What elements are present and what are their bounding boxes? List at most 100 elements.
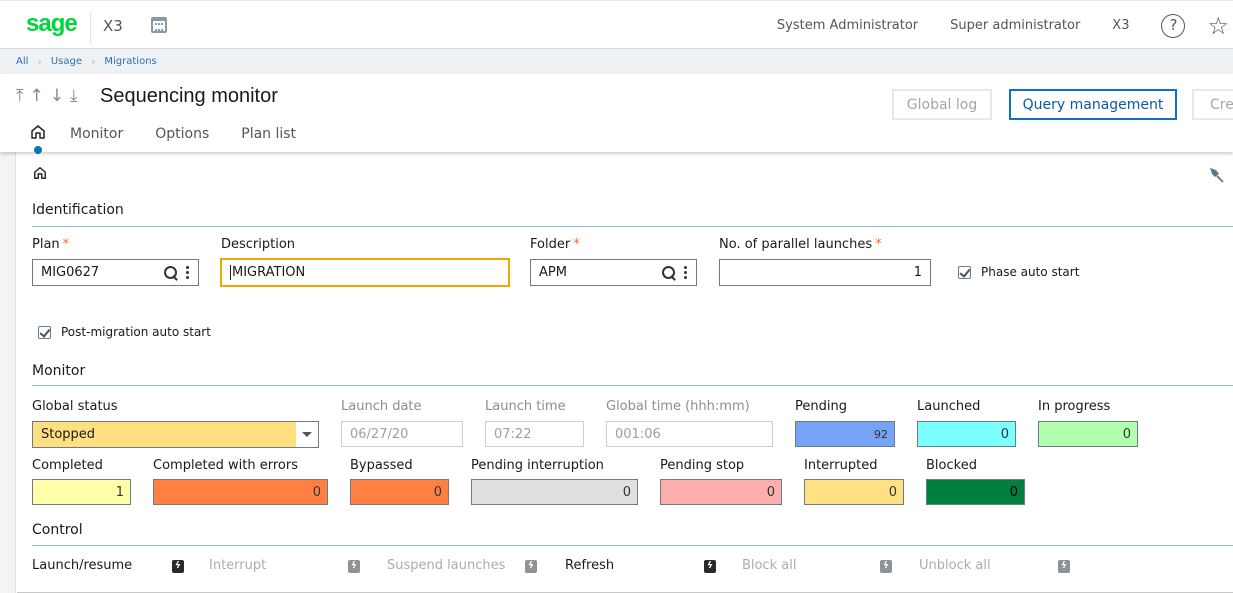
launched-value: 0 [1000, 426, 1009, 442]
pending-counter: 92 [795, 421, 895, 447]
blocked-value: 0 [1009, 484, 1018, 500]
global-time-field: 001:06 [606, 421, 773, 447]
interrupt-button[interactable]: ϟ [348, 560, 360, 573]
tab-bar: Monitor Options Plan list [30, 124, 328, 154]
block-all-button[interactable]: ϟ [880, 560, 892, 573]
completed-with-errors-label: Completed with errors [153, 458, 298, 473]
previous-record-icon[interactable]: ↑ [30, 86, 44, 106]
breadcrumb-usage[interactable]: Usage [51, 56, 82, 67]
launch-resume-button[interactable]: ϟ [172, 560, 184, 573]
suspend-launches-button[interactable]: ϟ [525, 560, 537, 573]
chevron-right-icon: › [90, 55, 96, 68]
dropdown-button[interactable] [296, 422, 318, 447]
endpoint-link[interactable]: X3 [1112, 18, 1129, 33]
bypassed-counter: 0 [350, 479, 449, 505]
folder-label-text: Folder [530, 237, 571, 252]
required-mark: * [875, 237, 882, 252]
pending-stop-counter: 0 [660, 479, 782, 505]
global-log-button[interactable]: Global log [892, 89, 992, 120]
plan-value: MIG0627 [41, 265, 100, 280]
breadcrumb-bar: All › Usage › Migrations [0, 49, 1233, 74]
phase-auto-start-label: Phase auto start [981, 265, 1080, 279]
next-record-icon[interactable]: ↓ [50, 86, 64, 106]
plan-field[interactable]: MIG0627 [32, 259, 199, 286]
user-name-link[interactable]: Super administrator [950, 18, 1080, 33]
pending-value: 92 [874, 427, 888, 441]
bypassed-label: Bypassed [350, 458, 413, 473]
section-divider [32, 226, 1233, 227]
checkbox-checked-icon[interactable] [38, 325, 51, 339]
record-navigation: ⤒ ↑ ↓ ⤓ [16, 86, 78, 106]
breadcrumb-migrations[interactable]: Migrations [104, 56, 156, 67]
chevron-down-icon [302, 432, 312, 437]
completed-value: 1 [115, 484, 124, 500]
more-options-icon[interactable] [684, 266, 688, 279]
home-icon [31, 125, 45, 139]
create-button[interactable]: Cre [1192, 89, 1233, 120]
chevron-right-icon: › [37, 55, 42, 68]
required-mark: * [62, 237, 70, 252]
query-management-button[interactable]: Query management [1009, 89, 1177, 120]
in-progress-counter: 0 [1038, 421, 1138, 447]
blocked-label: Blocked [926, 458, 977, 473]
global-time-label: Global time (hhh:mm) [606, 399, 750, 414]
in-progress-value: 0 [1122, 426, 1131, 442]
app-name: X3 [103, 17, 123, 35]
interrupted-counter: 0 [804, 479, 904, 505]
global-status-select[interactable]: Stopped [32, 421, 319, 448]
identification-section-title: Identification [32, 202, 124, 218]
home-icon[interactable] [33, 166, 47, 180]
sage-logo[interactable]: sage [26, 10, 78, 38]
plan-label: Plan * [32, 237, 69, 252]
pending-interruption-value: 0 [622, 484, 631, 500]
suspend-launches-label: Suspend launches [387, 558, 506, 573]
checkbox-checked-icon[interactable] [958, 265, 971, 279]
divider [90, 13, 91, 43]
section-divider [32, 385, 1233, 386]
launch-time-label: Launch time [485, 399, 566, 414]
help-icon[interactable]: ? [1161, 13, 1186, 38]
launch-resume-label: Launch/resume [32, 558, 133, 573]
search-icon[interactable] [164, 265, 178, 280]
pending-stop-value: 0 [766, 484, 775, 500]
tab-options[interactable]: Options [155, 126, 209, 142]
page-header: ⤒ ↑ ↓ ⤓ Sequencing monitor Global log Qu… [0, 74, 1233, 154]
plan-label-text: Plan [32, 237, 60, 252]
star-icon[interactable]: ☆ [1207, 14, 1229, 38]
parallel-launches-label: No. of parallel launches * [719, 237, 882, 252]
interrupt-label: Interrupt [209, 558, 267, 573]
folder-field[interactable]: APM [530, 259, 697, 286]
text-cursor [230, 265, 231, 280]
pin-icon[interactable] [1207, 166, 1225, 184]
pending-interruption-counter: 0 [471, 479, 638, 505]
launch-date-field: 06/27/20 [341, 421, 463, 447]
tab-monitor[interactable]: Monitor [70, 126, 123, 142]
user-role-link[interactable]: System Administrator [777, 18, 918, 33]
pending-label: Pending [795, 399, 847, 414]
main-content: Identification Plan * MIG0627 Description… [17, 152, 1233, 593]
breadcrumb: All › Usage › Migrations [16, 55, 157, 68]
blocked-counter: 0 [926, 479, 1025, 505]
tab-home[interactable] [30, 124, 50, 154]
completed-with-errors-value: 0 [312, 484, 321, 500]
post-migration-auto-start-checkbox[interactable]: Post-migration auto start [38, 325, 211, 339]
global-status-value: Stopped [41, 427, 96, 442]
tab-plan-list[interactable]: Plan list [241, 126, 296, 142]
pending-interruption-label: Pending interruption [471, 458, 604, 473]
unblock-all-button[interactable]: ϟ [1058, 560, 1070, 573]
refresh-label: Refresh [565, 558, 615, 573]
description-input[interactable]: MIGRATION [220, 258, 510, 287]
calendar-icon[interactable] [151, 17, 167, 33]
description-label: Description [221, 237, 296, 252]
refresh-button[interactable]: ϟ [704, 560, 716, 573]
launched-counter: 0 [917, 421, 1016, 447]
completed-label: Completed [32, 458, 103, 473]
last-record-icon[interactable]: ⤓ [70, 86, 78, 106]
more-options-icon[interactable] [186, 266, 190, 279]
first-record-icon[interactable]: ⤒ [16, 86, 24, 106]
launched-label: Launched [917, 399, 981, 414]
search-icon[interactable] [662, 265, 676, 280]
phase-auto-start-checkbox[interactable]: Phase auto start [958, 265, 1079, 279]
parallel-launches-input[interactable]: 1 [719, 259, 931, 286]
breadcrumb-all[interactable]: All [16, 56, 28, 67]
